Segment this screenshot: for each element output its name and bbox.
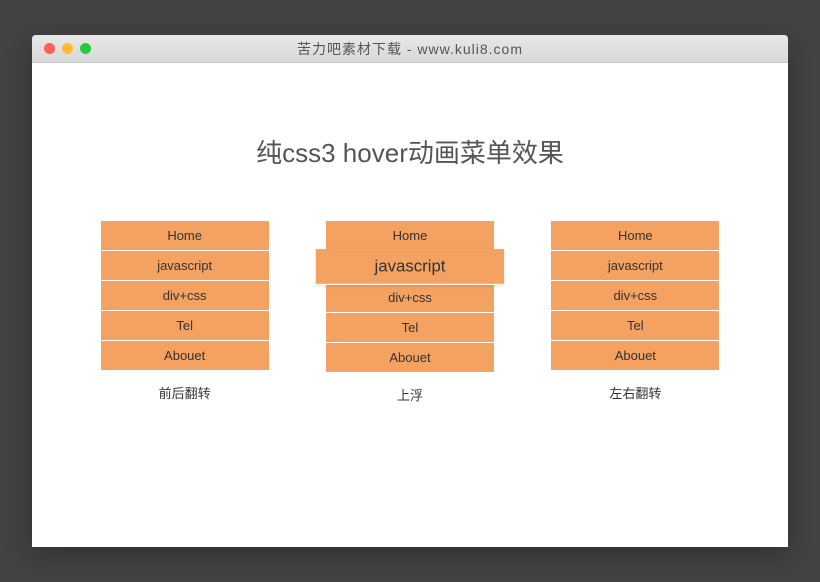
menu-item[interactable]: Home [551, 221, 719, 251]
browser-window: 苦力吧素材下载 - www.kuli8.com 纯css3 hover动画菜单效… [32, 35, 788, 547]
menu-item[interactable]: Home [101, 221, 269, 251]
menu-list-flip-lr: Home javascript div+css Tel Abouet [550, 220, 720, 371]
menu-caption: 左右翻转 [609, 383, 661, 402]
menu-list-float: Home javascript div+css Tel Abouet [325, 220, 495, 373]
window-title: 苦力吧素材下载 - www.kuli8.com [32, 39, 788, 59]
menu-item[interactable]: Abouet [326, 343, 494, 372]
traffic-lights [32, 43, 91, 54]
titlebar: 苦力吧素材下载 - www.kuli8.com [32, 35, 788, 63]
menu-item[interactable]: Home [326, 221, 494, 251]
menu-column-3: Home javascript div+css Tel Abouet 左右翻转 [533, 220, 738, 404]
menu-item-hover[interactable]: javascript [316, 249, 504, 285]
menu-column-2: Home javascript div+css Tel Abouet 上浮 [307, 220, 512, 404]
menu-columns: Home javascript div+css Tel Abouet 前后翻转 … [62, 220, 758, 404]
menu-caption: 前后翻转 [159, 383, 211, 402]
minimize-icon[interactable] [62, 43, 73, 54]
menu-list-flip-fb: Home javascript div+css Tel Abouet [100, 220, 270, 371]
menu-item[interactable]: div+css [551, 281, 719, 311]
menu-item[interactable]: Abouet [101, 341, 269, 370]
menu-item[interactable]: Tel [551, 311, 719, 341]
menu-column-1: Home javascript div+css Tel Abouet 前后翻转 [82, 220, 287, 404]
menu-item[interactable]: Tel [101, 311, 269, 341]
close-icon[interactable] [44, 43, 55, 54]
maximize-icon[interactable] [80, 43, 91, 54]
menu-item[interactable]: Tel [326, 313, 494, 343]
menu-item[interactable]: div+css [326, 283, 494, 313]
menu-caption: 上浮 [397, 385, 423, 404]
page-content: 纯css3 hover动画菜单效果 Home javascript div+cs… [32, 63, 788, 434]
page-title: 纯css3 hover动画菜单效果 [62, 133, 758, 170]
menu-item[interactable]: javascript [101, 251, 269, 281]
menu-item[interactable]: Abouet [551, 341, 719, 370]
menu-item[interactable]: javascript [551, 251, 719, 281]
menu-item[interactable]: div+css [101, 281, 269, 311]
